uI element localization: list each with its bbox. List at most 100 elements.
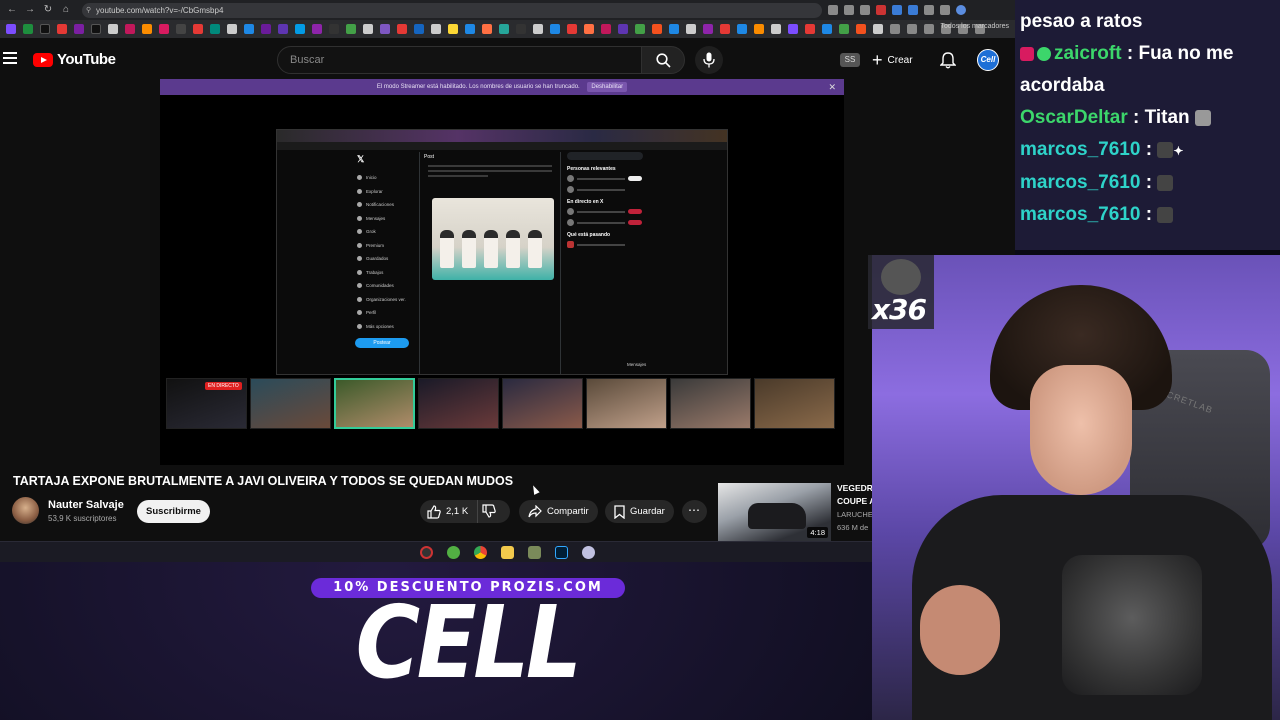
chat-username[interactable]: marcos_7610 <box>1020 172 1140 193</box>
subscribe-button[interactable]: Suscribirme <box>137 500 210 523</box>
bookmark-icon[interactable] <box>686 24 696 34</box>
bookmark-icon[interactable] <box>380 24 390 34</box>
bookmark-icon[interactable] <box>584 24 594 34</box>
search-button[interactable] <box>641 46 685 74</box>
extension-icon[interactable] <box>892 5 902 15</box>
bookmark-icon[interactable] <box>907 24 917 34</box>
address-bar[interactable]: ⚲ youtube.com/watch?v=-/CbGmsbp4 <box>82 2 822 18</box>
bookmark-icon[interactable] <box>312 24 322 34</box>
bookmark-icon[interactable] <box>176 24 186 34</box>
site-info-icon[interactable]: ⚲ <box>86 3 91 18</box>
thumbs-down-icon[interactable] <box>482 504 496 518</box>
bookmark-icon[interactable] <box>703 24 713 34</box>
bookmark-icon[interactable] <box>669 24 679 34</box>
bookmark-icon[interactable] <box>414 24 424 34</box>
bookmark-icon[interactable] <box>720 24 730 34</box>
bookmark-icon[interactable] <box>244 24 254 34</box>
bookmark-icon[interactable] <box>346 24 356 34</box>
share-page-icon[interactable] <box>844 5 854 15</box>
recommended-video-thumbnail[interactable]: 4:18 <box>718 483 831 541</box>
bookmark-icon[interactable] <box>924 24 934 34</box>
recommended-video-title[interactable]: VEGEDREAM <box>837 482 877 494</box>
back-icon[interactable]: ← <box>6 4 18 16</box>
bookmark-icon[interactable] <box>193 24 203 34</box>
recommended-video-title-line2[interactable]: COUPE A <box>837 495 877 507</box>
bookmark-icon[interactable] <box>397 24 407 34</box>
bookmark-star-icon[interactable] <box>860 5 870 15</box>
close-icon[interactable]: ✕ <box>828 79 836 95</box>
menu-icon[interactable] <box>3 52 17 64</box>
bookmark-icon[interactable] <box>329 24 339 34</box>
bookmark-icon[interactable] <box>227 24 237 34</box>
channel-name[interactable]: Nauter Salvaje <box>48 499 124 511</box>
reload-icon[interactable]: ↻ <box>42 4 54 16</box>
account-avatar[interactable]: Cell <box>977 49 999 71</box>
forward-icon[interactable]: → <box>24 4 36 16</box>
bookmark-icon[interactable] <box>363 24 373 34</box>
bookmark-icon[interactable] <box>142 24 152 34</box>
bookmark-icon[interactable] <box>533 24 543 34</box>
video-player[interactable]: El modo Streamer está habilitado. Los no… <box>160 79 844 465</box>
bookmark-icon[interactable] <box>482 24 492 34</box>
bookmark-icon[interactable] <box>465 24 475 34</box>
bookmark-icon[interactable] <box>74 24 84 34</box>
bookmark-icon[interactable] <box>839 24 849 34</box>
chat-username[interactable]: marcos_7610 <box>1020 139 1140 160</box>
extensions-puzzle-icon[interactable] <box>924 5 934 15</box>
bookmark-icon[interactable] <box>635 24 645 34</box>
bookmark-icon[interactable] <box>516 24 526 34</box>
bookmark-icon[interactable] <box>278 24 288 34</box>
bookmark-icon[interactable] <box>822 24 832 34</box>
bookmark-icon[interactable] <box>57 24 67 34</box>
bookmark-icon[interactable] <box>652 24 662 34</box>
home-icon[interactable]: ⌂ <box>60 4 72 16</box>
bookmark-icon[interactable] <box>601 24 611 34</box>
download-icon[interactable] <box>940 5 950 15</box>
all-bookmarks-link[interactable]: Todos los marcadores <box>941 23 1009 30</box>
bookmark-icon[interactable] <box>499 24 509 34</box>
notifications-bell-icon[interactable] <box>940 52 956 69</box>
bookmark-icon[interactable] <box>805 24 815 34</box>
like-button[interactable]: 2,1 K <box>420 500 478 523</box>
bookmark-icon[interactable] <box>618 24 628 34</box>
app-icon[interactable] <box>528 545 541 559</box>
photoshop-icon[interactable] <box>555 545 568 559</box>
bookmark-icon[interactable] <box>108 24 118 34</box>
zoom-icon[interactable] <box>828 5 838 15</box>
bookmark-icon[interactable] <box>210 24 220 34</box>
more-actions-button[interactable]: ⋯ <box>682 500 707 523</box>
chat-username[interactable]: zaicroft <box>1054 43 1122 64</box>
bookmark-icon[interactable] <box>448 24 458 34</box>
bookmark-icon[interactable] <box>873 24 883 34</box>
voice-search-button[interactable] <box>695 46 723 74</box>
bookmark-icon[interactable] <box>23 24 33 34</box>
app-icon[interactable] <box>582 545 595 559</box>
disable-streamer-mode-button[interactable]: Deshabilitar <box>587 82 628 92</box>
bookmark-icon[interactable] <box>771 24 781 34</box>
create-button[interactable]: + Crear <box>872 50 913 70</box>
chrome-icon[interactable] <box>474 545 487 559</box>
bookmark-icon[interactable] <box>295 24 305 34</box>
youtube-logo[interactable]: YouTube <box>33 51 116 68</box>
bookmark-icon[interactable] <box>550 24 560 34</box>
bookmark-icon[interactable] <box>261 24 271 34</box>
bookmark-icon[interactable] <box>754 24 764 34</box>
ss-badge[interactable]: SS <box>840 53 860 67</box>
chat-username[interactable]: OscarDeltar <box>1020 107 1128 128</box>
extension-icon[interactable] <box>876 5 886 15</box>
bookmark-icon[interactable] <box>40 24 50 34</box>
bookmark-icon[interactable] <box>567 24 577 34</box>
bookmark-icon[interactable] <box>91 24 101 34</box>
bookmark-icon[interactable] <box>890 24 900 34</box>
channel-avatar[interactable] <box>12 497 39 524</box>
bookmark-icon[interactable] <box>737 24 747 34</box>
save-button[interactable]: Guardar <box>605 500 674 523</box>
share-button[interactable]: Compartir <box>519 500 598 523</box>
chat-username[interactable]: marcos_7610 <box>1020 204 1140 225</box>
profile-icon[interactable] <box>956 5 966 15</box>
bookmark-icon[interactable] <box>856 24 866 34</box>
bookmark-icon[interactable] <box>159 24 169 34</box>
extension-icon[interactable] <box>908 5 918 15</box>
obs-icon[interactable] <box>420 545 433 559</box>
search-input[interactable]: Buscar <box>277 46 642 74</box>
